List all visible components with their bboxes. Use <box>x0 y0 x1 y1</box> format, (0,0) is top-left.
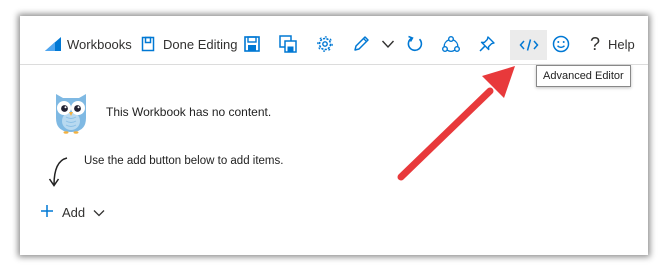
done-editing-icon <box>141 36 155 52</box>
add-label: Add <box>62 205 86 220</box>
advanced-editor-button[interactable] <box>510 30 547 60</box>
save-button[interactable] <box>244 30 260 58</box>
chevron-down-icon <box>93 205 105 220</box>
help-button[interactable]: ? Help <box>590 30 635 58</box>
workbooks-label: Workbooks <box>67 36 132 52</box>
gear-icon <box>316 35 334 53</box>
question-mark-icon: ? <box>590 34 601 54</box>
owl-illustration <box>48 88 94 139</box>
add-button[interactable]: Add <box>40 204 105 221</box>
curved-arrow-icon <box>48 155 70 194</box>
share-button[interactable] <box>441 30 461 58</box>
add-items-hint: Use the add button below to add items. <box>84 155 284 167</box>
edit-dropdown[interactable] <box>381 30 395 58</box>
save-as-icon <box>279 35 297 53</box>
smiley-icon <box>552 35 570 53</box>
edit-button[interactable] <box>352 30 370 58</box>
pin-button[interactable] <box>478 30 496 58</box>
share-icon <box>441 35 461 53</box>
help-label: Help <box>608 36 635 52</box>
workbooks-button[interactable]: Workbooks <box>44 30 132 58</box>
chevron-down-icon <box>381 39 395 49</box>
refresh-button[interactable] <box>406 30 424 58</box>
save-as-button[interactable] <box>279 30 297 58</box>
settings-button[interactable] <box>316 30 334 58</box>
advanced-editor-tooltip: Advanced Editor <box>536 65 631 87</box>
feedback-button[interactable] <box>552 30 570 58</box>
pin-icon <box>478 35 496 53</box>
done-editing-label: Done Editing <box>163 36 238 52</box>
done-editing-button[interactable]: Done Editing <box>141 30 237 58</box>
plus-icon <box>40 204 54 221</box>
empty-workbook-message: This Workbook has no content. <box>106 105 272 119</box>
workbooks-icon <box>44 36 62 52</box>
save-icon <box>244 36 260 52</box>
pencil-icon <box>352 35 370 53</box>
code-icon <box>519 38 539 57</box>
workbook-panel: Workbooks Done Editing ? Help Advanced E… <box>20 16 648 255</box>
refresh-icon <box>406 35 424 53</box>
